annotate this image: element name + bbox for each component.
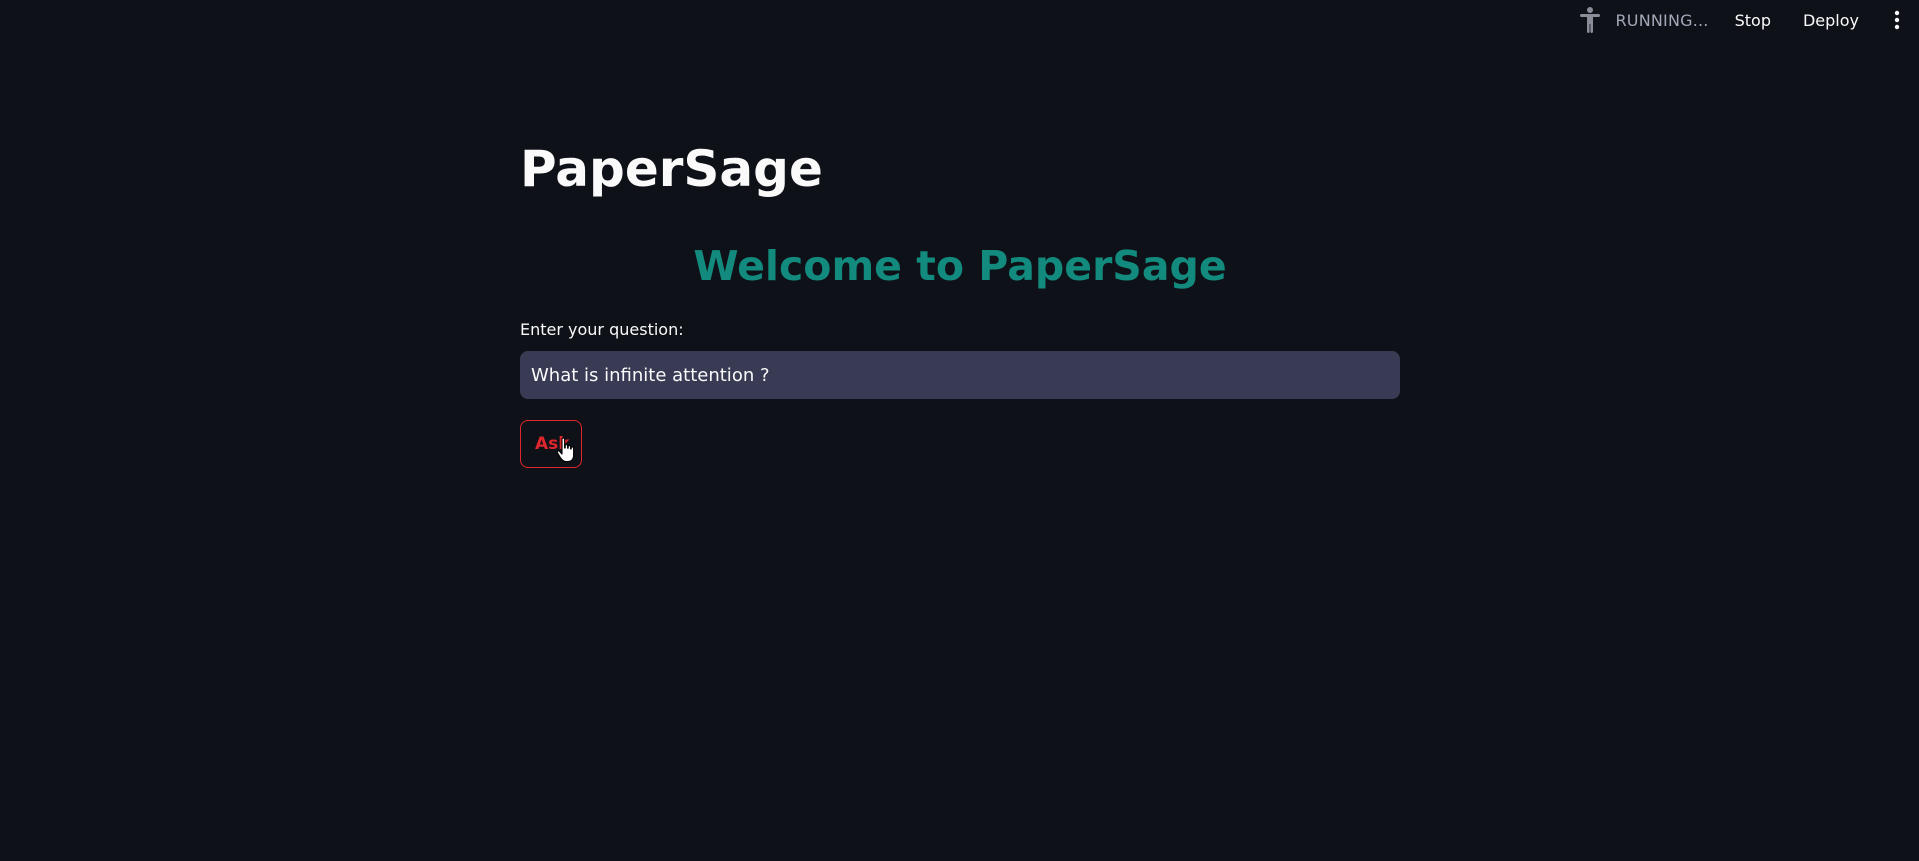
run-status: RUNNING... — [1577, 5, 1708, 35]
running-person-icon — [1577, 5, 1603, 35]
welcome-heading: Welcome to PaperSage — [693, 242, 1227, 290]
more-vertical-icon — [1894, 10, 1900, 30]
app-toolbar: RUNNING... Stop Deploy — [1577, 0, 1919, 40]
question-label: Enter your question: — [520, 320, 684, 339]
question-input[interactable] — [520, 351, 1400, 399]
running-status-text: RUNNING... — [1615, 10, 1709, 30]
stop-button[interactable]: Stop — [1735, 11, 1771, 30]
deploy-button[interactable]: Deploy — [1803, 11, 1859, 30]
page-title: PaperSage — [520, 140, 823, 198]
main-menu-button[interactable] — [1887, 5, 1907, 35]
ask-button[interactable]: Ask — [520, 420, 582, 468]
